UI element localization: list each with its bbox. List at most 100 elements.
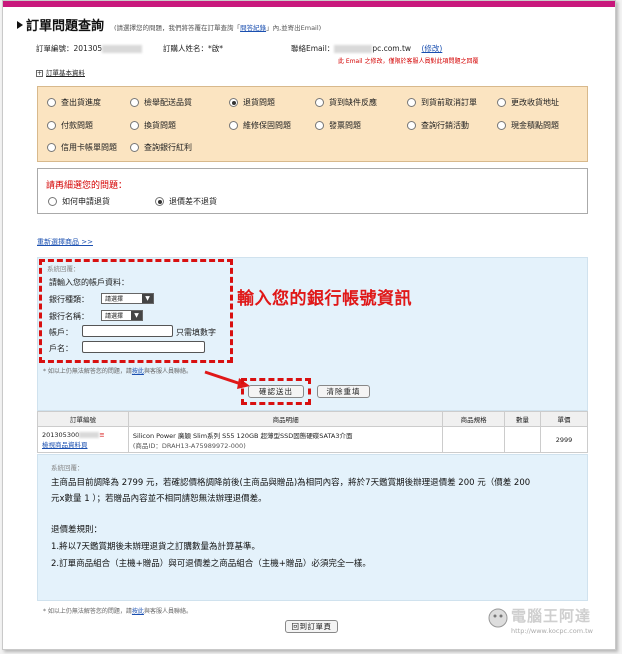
- option-label: 退貨問題: [243, 98, 275, 107]
- radio-selected-icon: [229, 98, 238, 107]
- redacted-block: [79, 431, 100, 438]
- radio-icon: [47, 143, 56, 152]
- sub-question-title: 請再細選您的問題：: [46, 181, 128, 191]
- radio-icon: [315, 98, 324, 107]
- option-credit-card-bill[interactable]: 信用卡帳單問題: [47, 142, 117, 153]
- option-delivery-quality[interactable]: 檢舉配送品質: [130, 97, 192, 108]
- account-name-label: 戶名：: [49, 344, 73, 353]
- dropdown-arrow-icon: ▼: [131, 311, 142, 320]
- qa-record-link[interactable]: 問答紀錄: [240, 24, 266, 32]
- option-label: 檢舉配送品質: [144, 98, 192, 107]
- watermark-brand: 電腦王阿達: [511, 607, 592, 625]
- option-exchange[interactable]: 換貨問題: [130, 120, 176, 131]
- radio-icon: [48, 197, 57, 206]
- contact-email: 聯絡Email： pc.com.tw (修改): [291, 44, 443, 53]
- edit-email-link[interactable]: (修改): [421, 44, 442, 53]
- contact-support-link-2[interactable]: 按此: [132, 608, 144, 615]
- rules-title: 退價差規則：: [51, 525, 103, 535]
- header-unit-price: 單價: [540, 411, 588, 427]
- info-footnote: * 如以上仍無法解答您的問題，請按此與客服人員聯絡。: [43, 608, 192, 615]
- option-label: 更改收貨地址: [511, 98, 559, 107]
- radio-icon: [47, 121, 56, 130]
- option-label: 發票問題: [329, 121, 361, 130]
- page-title: 訂單問題查詢: [26, 19, 105, 34]
- option-label: 換貨問題: [144, 121, 176, 130]
- option-shipping-progress[interactable]: 查出貨進度: [47, 97, 101, 108]
- cell-item-spec: [442, 426, 506, 453]
- option-cash-points[interactable]: 現金積點問題: [497, 120, 559, 131]
- account-name-input[interactable]: [82, 341, 205, 353]
- info-line-2: 元x數量 1 ）；若贈品內容並不相同請恕無法辦理退價差。: [51, 494, 267, 504]
- table-row: 201305300 ≡ 檢視商品資料頁 Silicon Power 廣穎 Slim…: [37, 426, 588, 453]
- bank-type-select[interactable]: 請選擇 ▼: [101, 293, 154, 304]
- arrow-bullet-icon: [17, 21, 23, 29]
- option-label: 付款問題: [61, 121, 93, 130]
- table-header-row: 訂單編號 商品明細 商品規格 數量 單價: [37, 411, 588, 427]
- redacted-block: [334, 45, 373, 53]
- bank-type-label: 銀行種類：: [49, 295, 89, 304]
- view-product-link[interactable]: 檢視商品資料頁: [42, 439, 124, 449]
- radio-icon: [407, 121, 416, 130]
- option-bank-bonus[interactable]: 查詢銀行紅利: [130, 142, 192, 153]
- radio-icon: [130, 121, 139, 130]
- option-label: 查詢行銷活動: [421, 121, 469, 130]
- header-order-no: 訂單編號: [37, 411, 129, 427]
- order-items-table: 訂單編號 商品明細 商品規格 數量 單價 201305300 ≡ 檢視商品資料頁 …: [37, 411, 588, 453]
- bank-info-callout: 輸入您的銀行帳號資訊: [237, 289, 412, 309]
- site-watermark: 電腦王阿達 http://www.kocpc.com.tw: [487, 603, 615, 641]
- rule-2: 2.訂單商品組合（主機+贈品）與可退價差之商品組合（主機+贈品）必須完全一樣。: [51, 559, 371, 569]
- option-return[interactable]: 退貨問題: [229, 97, 275, 108]
- account-hint: 只需填數字: [176, 328, 216, 337]
- account-label: 帳戶：: [49, 328, 73, 337]
- radio-icon: [47, 98, 56, 107]
- radio-icon: [315, 121, 324, 130]
- header-item-detail: 商品明細: [127, 411, 444, 427]
- option-label: 現金積點問題: [511, 121, 559, 130]
- cell-unit-price: 2999: [540, 426, 588, 453]
- info-system-reply: 系統回覆：: [51, 464, 84, 472]
- option-warranty[interactable]: 維修保固問題: [229, 120, 291, 131]
- cell-order-no: 201305300 ≡ 檢視商品資料頁: [37, 426, 129, 453]
- watermark-url: http://www.kocpc.com.tw: [511, 627, 593, 635]
- email-note: 此 Email 之修改，僅限於客服人員對此項問題之回覆: [338, 58, 479, 65]
- option-invoice[interactable]: 發票問題: [315, 120, 361, 131]
- reselect-product-link[interactable]: 重新選擇商品 >>: [37, 237, 93, 247]
- option-label: 貨到缺件反應: [329, 98, 377, 107]
- option-label: 查詢銀行紅利: [144, 143, 192, 152]
- sub-option-price-refund[interactable]: 退價差不退貨: [155, 196, 217, 207]
- account-input[interactable]: [82, 325, 173, 337]
- rule-1: 1.將以7天鑑賞期後未辦理退貨之訂購數量為計算基準。: [51, 542, 261, 552]
- radio-icon: [497, 121, 506, 130]
- radio-icon: [407, 98, 416, 107]
- contact-support-link[interactable]: 按此: [132, 368, 144, 375]
- confirm-submit-button[interactable]: 確認送出: [248, 385, 304, 398]
- title-row: 訂單問題查詢 (請選擇您的問題，我們將答覆在訂單查詢「問答紀錄」內,並寄出Ema…: [17, 15, 321, 34]
- sub-option-how-to-return[interactable]: 如何申請退貨: [48, 196, 110, 207]
- dropdown-arrow-icon: ▼: [142, 294, 153, 303]
- redacted-block: [102, 45, 143, 53]
- cell-quantity: [504, 426, 542, 453]
- option-payment[interactable]: 付款問題: [47, 120, 93, 131]
- radio-icon: [130, 98, 139, 107]
- basic-info-toggle[interactable]: + 訂單基本資料: [36, 67, 85, 77]
- option-label: 維修保固問題: [243, 121, 291, 130]
- mascot-logo-icon: [488, 608, 508, 628]
- option-label: 信用卡帳單問題: [61, 143, 117, 152]
- sub-question-panel: 請再細選您的問題： 如何申請退貨 退價差不退貨: [37, 168, 588, 214]
- header-item-spec: 商品規格: [442, 411, 506, 427]
- bank-name-select[interactable]: 請選擇 ▼: [101, 310, 143, 321]
- radio-icon: [130, 143, 139, 152]
- page: 訂單問題查詢 (請選擇您的問題，我們將答覆在訂單查詢「問答紀錄」內,並寄出Ema…: [2, 0, 616, 650]
- expand-plus-icon: +: [36, 69, 43, 77]
- back-to-order-button[interactable]: 回到訂單頁: [285, 620, 338, 633]
- option-label: 查出貨進度: [61, 98, 101, 107]
- top-accent-bar: [3, 1, 615, 7]
- option-change-address[interactable]: 更改收貨地址: [497, 97, 559, 108]
- option-label: 到貨前取消訂單: [421, 98, 477, 107]
- clear-form-button[interactable]: 清除重填: [317, 385, 370, 398]
- option-missing-items[interactable]: 貨到缺件反應: [315, 97, 377, 108]
- account-prompt: 請輸入您的帳戶資料：: [49, 278, 129, 287]
- order-number: 訂單編號：201305: [36, 43, 143, 54]
- option-promotions[interactable]: 查詢行銷活動: [407, 120, 469, 131]
- option-cancel-order[interactable]: 到貨前取消訂單: [407, 97, 477, 108]
